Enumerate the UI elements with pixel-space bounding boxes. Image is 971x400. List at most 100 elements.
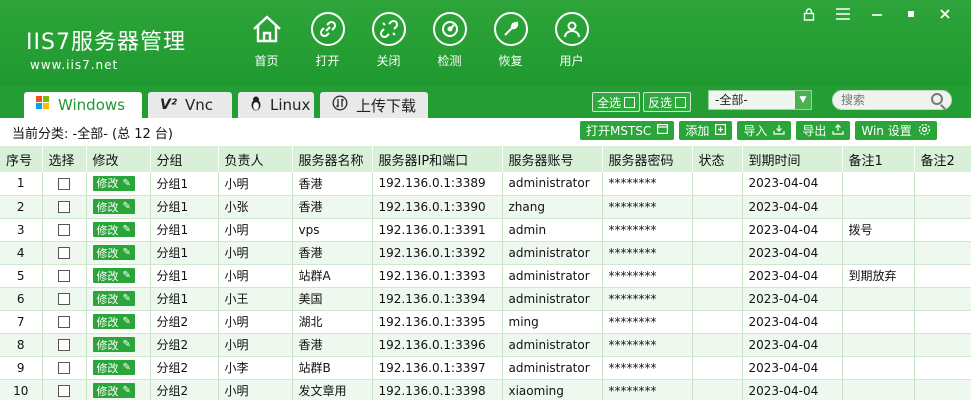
edit-button[interactable]: 修改 ✎ [92, 175, 135, 191]
row-checkbox[interactable] [58, 339, 70, 351]
tab-vnc[interactable]: V² Vnc [148, 92, 232, 118]
cell-select [42, 218, 87, 242]
cell-account: administrator [502, 172, 603, 196]
tab-linux-label: Linux [270, 96, 311, 114]
open-mstsc-button[interactable]: 打开MSTSC [580, 121, 675, 140]
col-header-edit[interactable]: 修改 [86, 146, 151, 172]
cell-status [692, 172, 743, 196]
cell-select [42, 287, 87, 311]
edit-button[interactable]: 修改 ✎ [92, 245, 135, 260]
table-row[interactable]: 10 修改 ✎ 分组2 小明 发文章用 192.136.0.1:3398 xiaoming **… [0, 379, 971, 400]
close-icon[interactable] [937, 6, 953, 22]
invert-select-button[interactable]: 反选 [643, 92, 692, 112]
row-checkbox[interactable] [58, 201, 70, 213]
cell-owner: 小王 [218, 287, 293, 311]
cell-expire: 2023-04-04 [742, 241, 843, 265]
wrench-icon: ✎ [122, 177, 131, 189]
row-checkbox[interactable] [58, 270, 70, 282]
col-header-no[interactable]: 序号 [0, 146, 43, 172]
logo-url: www.iis7.net [30, 58, 119, 72]
col-header-server-name[interactable]: 服务器名称 [292, 146, 373, 172]
checkbox-icon [624, 96, 636, 108]
table-row[interactable]: 5 修改 ✎ 分组1 小明 站群A 192.136.0.1:3393 administrato… [0, 264, 971, 288]
nav-user[interactable]: 用户 [541, 12, 602, 72]
table-row[interactable]: 4 修改 ✎ 分组1 小明 香港 192.136.0.1:3392 administrator… [0, 241, 971, 265]
cell-server-name: 香港 [292, 241, 373, 265]
add-button[interactable]: 添加 [679, 121, 733, 140]
upload-download-icon [332, 95, 348, 115]
export-button[interactable]: 导出 [796, 121, 851, 140]
col-header-server-ip[interactable]: 服务器IP和端口 [372, 146, 503, 172]
cell-account: admin [502, 218, 603, 242]
table-row[interactable]: 2 修改 ✎ 分组1 小张 香港 192.136.0.1:3390 zhang ********… [0, 195, 971, 219]
win-settings-button[interactable]: Win 设置 [855, 121, 937, 140]
nav-open[interactable]: 打开 [297, 12, 358, 72]
col-header-account[interactable]: 服务器账号 [502, 146, 603, 172]
nav-detect[interactable]: 检测 [419, 12, 480, 72]
cell-group: 分组1 [150, 287, 219, 311]
cell-owner: 小明 [218, 379, 293, 400]
nav-close[interactable]: 关闭 [358, 12, 419, 72]
col-header-password[interactable]: 服务器密码 [602, 146, 693, 172]
cell-status [692, 356, 743, 380]
cell-select [42, 195, 87, 219]
table-row[interactable]: 8 修改 ✎ 分组2 小明 香港 192.136.0.1:3396 administrator… [0, 333, 971, 357]
tab-windows[interactable]: Windows [24, 92, 142, 118]
maximize-icon[interactable] [903, 6, 919, 22]
row-checkbox[interactable] [58, 385, 70, 397]
nav-open-label: 打开 [315, 54, 340, 68]
cell-note2 [914, 264, 971, 288]
row-checkbox[interactable] [58, 177, 70, 190]
row-checkbox[interactable] [58, 362, 70, 374]
table-row[interactable]: 7 修改 ✎ 分组2 小明 湖北 192.136.0.1:3395 ming ******** 2… [0, 310, 971, 334]
lock-icon[interactable] [801, 6, 817, 22]
edit-button[interactable]: 修改 ✎ [92, 337, 135, 352]
row-checkbox[interactable] [58, 224, 70, 236]
nav-home[interactable]: 首页 [236, 12, 297, 72]
cell-select [42, 379, 87, 400]
win-settings-label: Win 设置 [861, 124, 912, 138]
table-row[interactable]: 1 修改 ✎ 分组1 小明 香港 192.136.0.1:3389 administrator… [0, 172, 971, 196]
search-input[interactable]: 搜索 [832, 90, 952, 110]
category-select[interactable]: -全部- ▼ [708, 90, 812, 110]
col-header-status[interactable]: 状态 [692, 146, 743, 172]
cell-account: administrator [502, 287, 603, 311]
col-header-note2[interactable]: 备注2 [914, 146, 971, 172]
tab-upload-download[interactable]: 上传下载 [320, 92, 428, 118]
cell-owner: 小李 [218, 356, 293, 380]
col-header-expire[interactable]: 到期时间 [742, 146, 843, 172]
nav-restore[interactable]: 恢复 [480, 12, 541, 72]
tab-linux[interactable]: Linux [238, 92, 314, 118]
col-header-owner[interactable]: 负责人 [218, 146, 293, 172]
col-header-select[interactable]: 选择 [42, 146, 87, 172]
edit-button[interactable]: 修改 ✎ [92, 222, 135, 237]
edit-button[interactable]: 修改 ✎ [92, 360, 135, 375]
select-all-button[interactable]: 全选 [592, 92, 641, 112]
row-checkbox[interactable] [58, 293, 70, 305]
cell-note2 [914, 333, 971, 357]
cell-note1 [842, 310, 915, 334]
wrench-icon: ✎ [122, 316, 131, 327]
table-row[interactable]: 9 修改 ✎ 分组2 小李 站群B 192.136.0.1:3397 administrato… [0, 356, 971, 380]
edit-button[interactable]: 修改 ✎ [92, 314, 135, 329]
checkbox-icon [675, 96, 687, 108]
table-row[interactable]: 6 修改 ✎ 分组1 小王 美国 192.136.0.1:3394 administrator… [0, 287, 971, 311]
edit-button[interactable]: 修改 ✎ [92, 291, 135, 306]
search-placeholder: 搜索 [841, 93, 866, 107]
edit-button[interactable]: 修改 ✎ [92, 268, 135, 283]
col-header-note1[interactable]: 备注1 [842, 146, 915, 172]
row-checkbox[interactable] [58, 316, 70, 328]
link-icon [310, 12, 345, 46]
minimize-icon[interactable] [869, 6, 885, 22]
menu-icon[interactable] [835, 6, 851, 22]
table-row[interactable]: 3 修改 ✎ 分组1 小明 vps 192.136.0.1:3391 admin *******… [0, 218, 971, 242]
col-header-group[interactable]: 分组 [150, 146, 219, 172]
cell-group: 分组1 [150, 218, 219, 242]
import-button[interactable]: 导入 [737, 121, 792, 140]
current-category: 当前分类: -全部- (总 12 台) [12, 127, 173, 142]
nav-close-label: 关闭 [376, 54, 401, 68]
edit-button[interactable]: 修改 ✎ [92, 383, 135, 398]
edit-button[interactable]: 修改 ✎ [92, 199, 135, 214]
cell-edit: 修改 ✎ [86, 241, 151, 265]
row-checkbox[interactable] [58, 247, 70, 259]
